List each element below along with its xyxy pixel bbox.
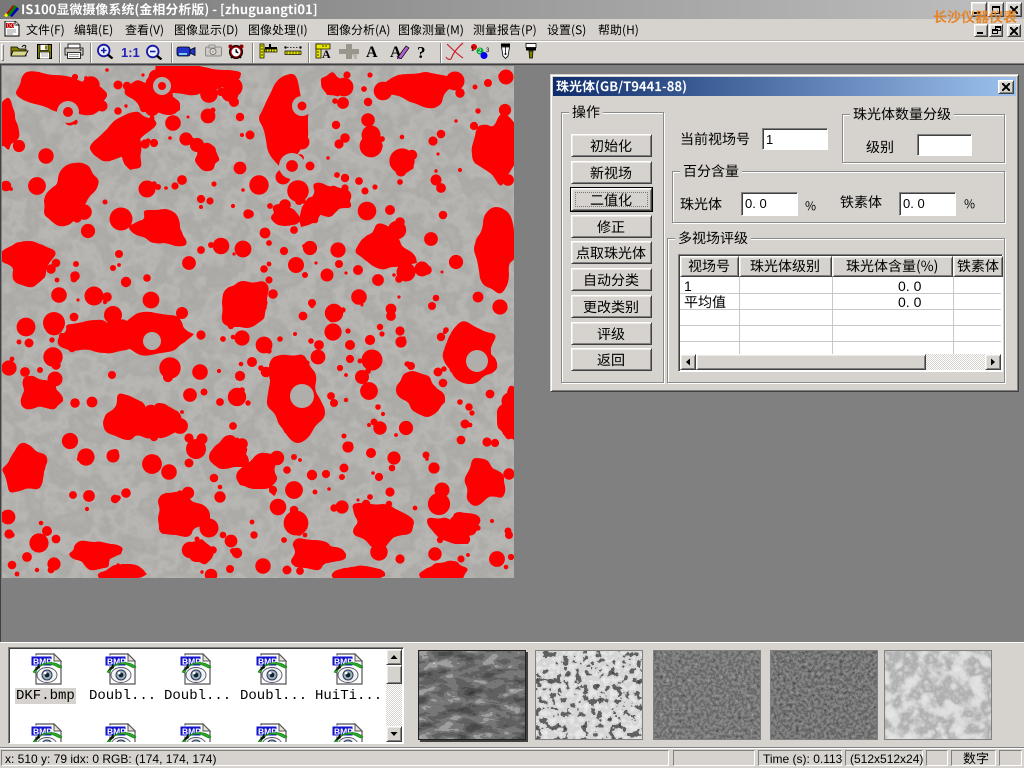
svg-text:A: A <box>322 47 331 59</box>
svg-text:3: 3 <box>486 48 489 54</box>
svg-text:DOC: DOC <box>7 24 19 30</box>
